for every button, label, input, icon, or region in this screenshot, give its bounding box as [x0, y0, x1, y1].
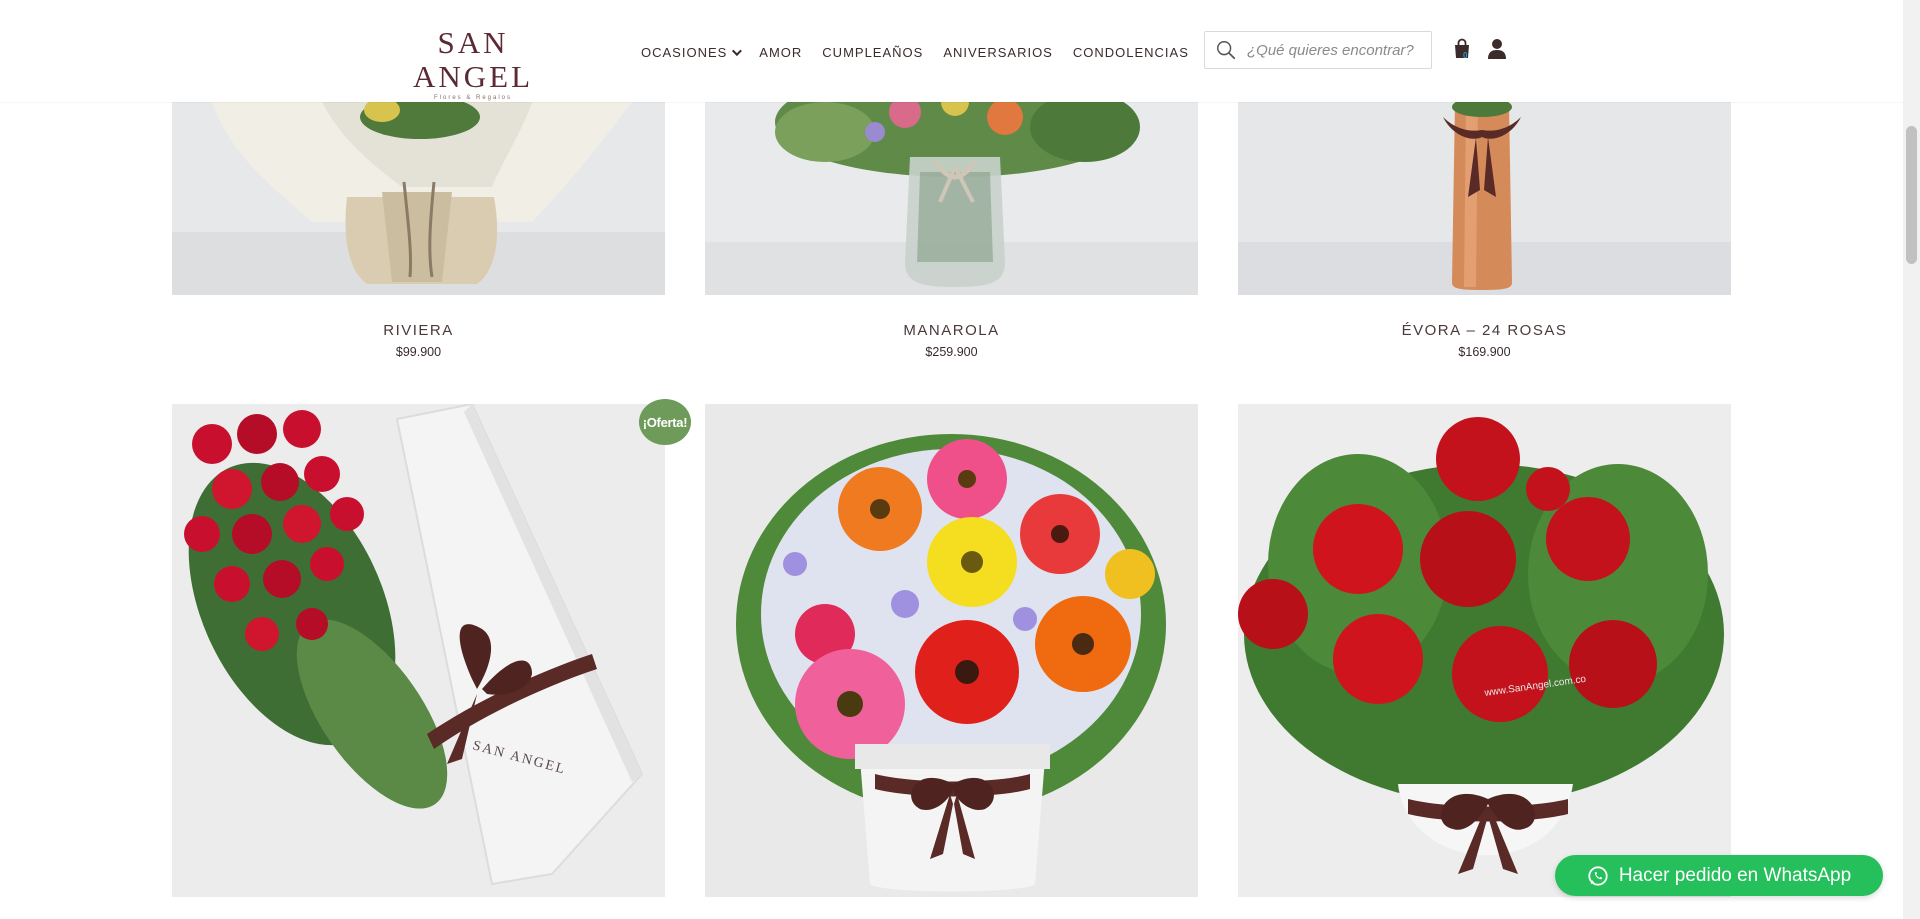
product-photo — [705, 102, 1198, 295]
nav-item-condolencias[interactable]: CONDOLENCIAS — [1073, 45, 1189, 60]
logo-wordmark: SAN ANGEL — [412, 25, 534, 94]
scrollbar-thumb[interactable] — [1906, 126, 1917, 264]
product-price: $169.900 — [1458, 345, 1511, 359]
search-box — [1204, 31, 1432, 69]
nav-item-label: AMOR — [759, 44, 803, 60]
cart-count-badge: 0 — [1463, 51, 1468, 60]
nav-item-label: OCASIONES — [641, 44, 728, 60]
site-header: SAN ANGEL Flores & Regalos OCASIONES AMO… — [0, 0, 1903, 102]
product-image-evora[interactable] — [1238, 102, 1731, 295]
whatsapp-order-button[interactable]: Hacer pedido en WhatsApp — [1555, 855, 1883, 896]
product-image-rosas-rojas[interactable]: www.SanAngel.com.co — [1238, 404, 1731, 897]
whatsapp-button-label: Hacer pedido en WhatsApp — [1618, 864, 1852, 886]
nav-item-ocasiones[interactable]: OCASIONES — [641, 44, 743, 60]
product-image-rosas-caja[interactable]: SAN ANGEL — [172, 404, 665, 897]
product-price: $99.900 — [395, 345, 442, 359]
product-photo — [1238, 102, 1731, 295]
whatsapp-icon — [1588, 865, 1608, 886]
chevron-down-icon — [732, 45, 743, 56]
site-logo[interactable]: SAN ANGEL Flores & Regalos — [388, 26, 558, 102]
nav-item-label: CUMPLEAÑOS — [822, 44, 924, 60]
sale-badge: ¡Oferta! — [639, 399, 691, 445]
product-price: $259.900 — [925, 345, 978, 359]
nav-item-amor[interactable]: AMOR — [759, 45, 802, 60]
product-image-riviera[interactable] — [172, 102, 665, 295]
product-photo — [172, 102, 665, 295]
nav-item-aniversarios[interactable]: ANIVERSARIOS — [943, 45, 1053, 60]
product-image-gerberas[interactable] — [705, 404, 1198, 897]
main-nav: OCASIONES AMOR CUMPLEAÑOS ANIVERSARIOS C… — [641, 42, 1209, 62]
nav-item-label: ANIVERSARIOS — [943, 44, 1053, 60]
product-image-manarola[interactable] — [705, 102, 1198, 295]
product-photo: www.SanAngel.com.co — [1238, 404, 1731, 897]
product-title[interactable]: ÉVORA – 24 ROSAS — [1238, 322, 1731, 339]
search-input[interactable] — [1245, 40, 1429, 60]
product-photo — [705, 404, 1198, 897]
shopping-bag-icon[interactable] — [1452, 38, 1472, 60]
nav-item-cumpleanos[interactable]: CUMPLEAÑOS — [822, 45, 923, 60]
nav-item-label: CONDOLENCIAS — [1072, 44, 1189, 60]
search-icon[interactable] — [1215, 39, 1237, 61]
product-photo: SAN ANGEL — [172, 404, 665, 897]
product-title[interactable]: RIVIERA — [172, 322, 665, 339]
product-title[interactable]: MANAROLA — [705, 322, 1198, 339]
logo-tagline: Flores & Regalos — [433, 95, 513, 101]
user-icon[interactable] — [1487, 38, 1507, 60]
